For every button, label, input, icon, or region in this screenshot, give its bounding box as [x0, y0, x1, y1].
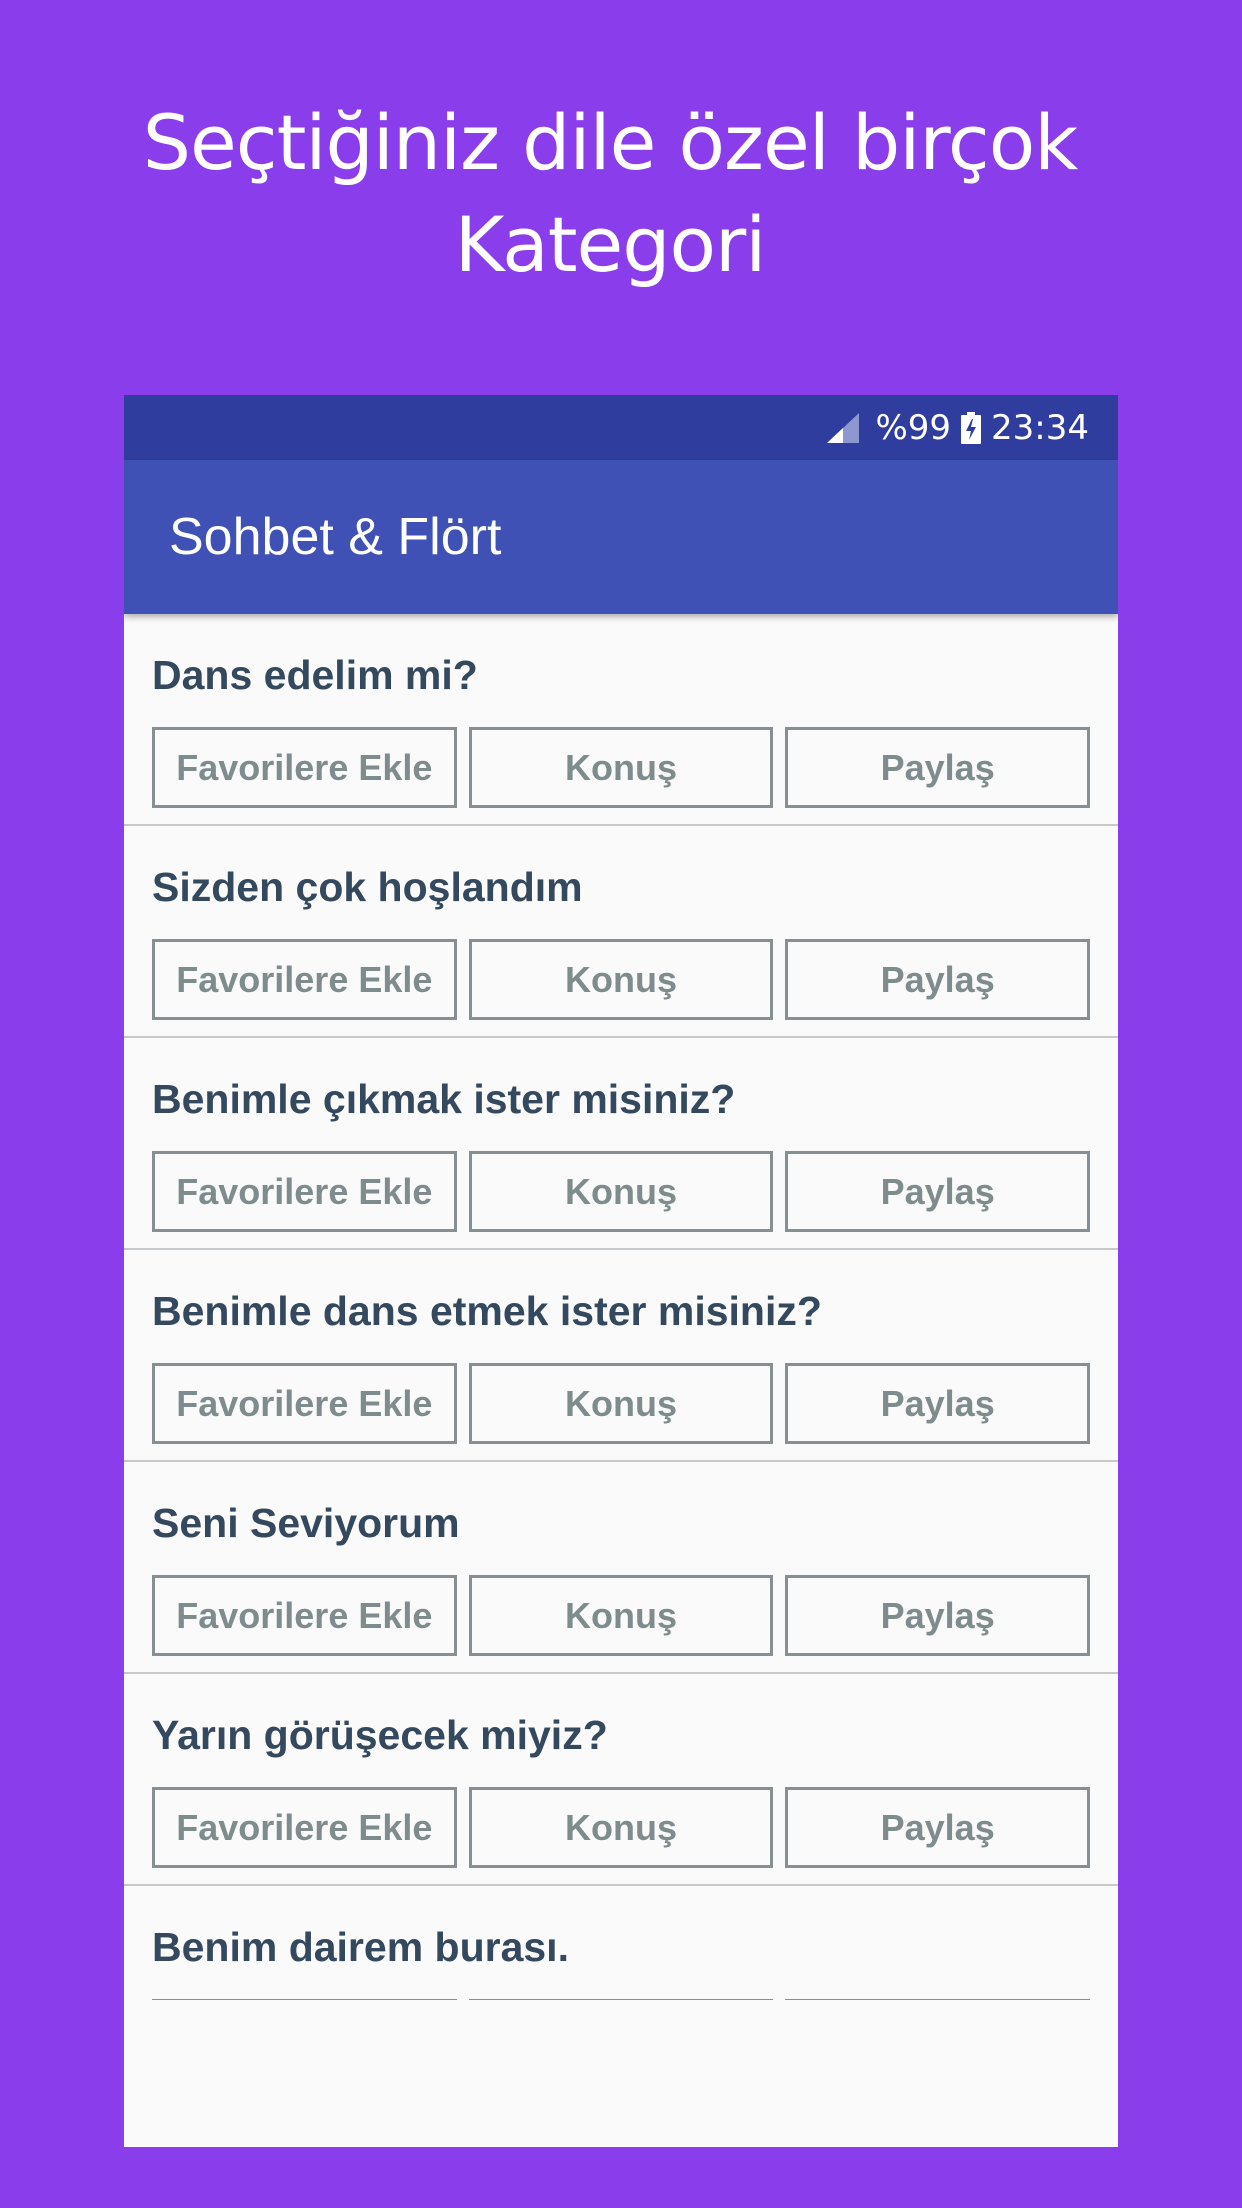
list-item: Benim dairem burası. [124, 1886, 1118, 2000]
speak-button[interactable]: Konuş [468, 727, 774, 808]
phrase-text: Benimle çıkmak ister misiniz? [152, 1076, 736, 1122]
phrase-text: Benim dairem burası. [152, 1924, 569, 1970]
phrase-text: Dans edelim mi? [152, 652, 478, 698]
share-button[interactable]: Paylaş [785, 727, 1091, 808]
list-item: Sizden çok hoşlandım Favorilere Ekle Kon… [124, 826, 1118, 1038]
add-favorite-button[interactable] [152, 1999, 457, 2000]
battery-percent: %99 [875, 407, 952, 448]
list-item: Benimle çıkmak ister misiniz? Favorilere… [124, 1038, 1118, 1250]
signal-icon [827, 412, 860, 443]
share-button[interactable]: Paylaş [785, 1787, 1091, 1868]
speak-button[interactable]: Konuş [468, 1575, 774, 1656]
phrase-list[interactable]: Dans edelim mi? Favorilere Ekle Konuş Pa… [124, 614, 1118, 2000]
add-favorite-button[interactable]: Favorilere Ekle [152, 1787, 457, 1868]
share-button[interactable]: Paylaş [785, 1575, 1091, 1656]
app-bar: Sohbet & Flört [124, 460, 1118, 614]
promo-title-line1: Seçtiğiniz dile özel birçok [142, 98, 1078, 187]
promo-title-line2: Kategori [454, 200, 767, 289]
phrase-text: Yarın görüşecek miyiz? [152, 1712, 608, 1758]
share-button[interactable]: Paylaş [785, 1363, 1091, 1444]
add-favorite-button[interactable]: Favorilere Ekle [152, 1575, 457, 1656]
add-favorite-button[interactable]: Favorilere Ekle [152, 939, 457, 1020]
speak-button[interactable] [468, 1999, 774, 2000]
promo-title: Seçtiğiniz dile özel birçok Kategori [0, 92, 1220, 296]
phrase-text: Benimle dans etmek ister misiniz? [152, 1288, 822, 1334]
phrase-text: Sizden çok hoşlandım [152, 864, 583, 910]
share-button[interactable] [785, 1999, 1091, 2000]
speak-button[interactable]: Konuş [468, 939, 774, 1020]
list-item: Dans edelim mi? Favorilere Ekle Konuş Pa… [124, 614, 1118, 826]
speak-button[interactable]: Konuş [468, 1151, 774, 1232]
phrase-text: Seni Seviyorum [152, 1500, 460, 1546]
battery-charging-icon [961, 411, 982, 444]
status-bar: %99 23:34 [124, 395, 1118, 460]
add-favorite-button[interactable]: Favorilere Ekle [152, 1363, 457, 1444]
share-button[interactable]: Paylaş [785, 1151, 1091, 1232]
share-button[interactable]: Paylaş [785, 939, 1091, 1020]
app-title: Sohbet & Flört [169, 508, 502, 566]
list-item: Yarın görüşecek miyiz? Favorilere Ekle K… [124, 1674, 1118, 1886]
list-item: Benimle dans etmek ister misiniz? Favori… [124, 1250, 1118, 1462]
add-favorite-button[interactable]: Favorilere Ekle [152, 727, 457, 808]
add-favorite-button[interactable]: Favorilere Ekle [152, 1151, 457, 1232]
status-time: 23:34 [991, 407, 1089, 448]
phone-screen: %99 23:34 Sohbet & Flört Dans edelim mi?… [124, 395, 1118, 2147]
list-item: Seni Seviyorum Favorilere Ekle Konuş Pay… [124, 1462, 1118, 1674]
speak-button[interactable]: Konuş [468, 1363, 774, 1444]
speak-button[interactable]: Konuş [468, 1787, 774, 1868]
